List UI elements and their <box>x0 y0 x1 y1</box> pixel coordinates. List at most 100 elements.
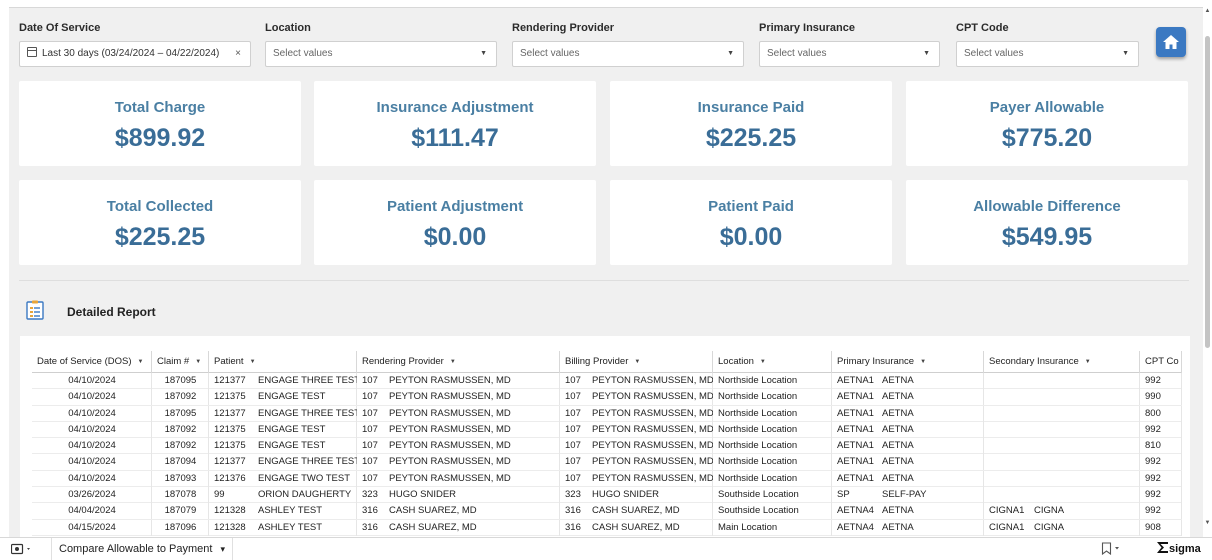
cell-text: ENGAGE THREE TEST <box>258 407 357 419</box>
column-header[interactable]: Location ▼ <box>713 351 832 373</box>
kpi-value: $111.47 <box>411 124 499 152</box>
table-row[interactable]: 04/10/2024 187093 121376 ENGAGE TWO TEST 107… <box>32 470 1182 488</box>
cell-text: PEYTON RASMUSSEN, MD <box>389 456 511 468</box>
sort-caret-icon[interactable]: ▼ <box>634 359 640 365</box>
chevron-down-icon: ▼ <box>480 50 487 57</box>
column-header[interactable]: Patient ▼ <box>209 351 357 373</box>
cell-text: PEYTON RASMUSSEN, MD <box>592 391 713 403</box>
cell-text: 810 <box>1145 440 1161 452</box>
cell-text: CASH SUAREZ, MD <box>389 521 477 533</box>
table-row[interactable]: 04/04/2024 187079 121328 ASHLEY TEST 316 CASH… <box>32 503 1182 520</box>
cell-text: 908 <box>1145 521 1161 533</box>
kpi-patient-paid: Patient Paid $0.00 <box>610 180 892 265</box>
column-header-label: Billing Provider <box>565 356 629 367</box>
cell-text: 992 <box>1145 472 1161 484</box>
kpi-value: $899.92 <box>114 124 206 152</box>
cell-text <box>1034 373 1140 389</box>
page-tab[interactable]: Compare Allowable to Payment ▾ <box>51 538 234 560</box>
kpi-value: $225.25 <box>114 223 206 251</box>
scroll-up-icon[interactable]: ▲ <box>1203 8 1212 14</box>
cell-text: ASHLEY TEST <box>258 505 323 517</box>
kpi-value: $225.25 <box>705 124 797 152</box>
column-header[interactable]: Billing Provider ▼ <box>560 351 713 373</box>
cell-text: PEYTON RASMUSSEN, MD <box>389 391 511 403</box>
cell-text: AETNA <box>882 440 914 452</box>
cell-text: 187092 <box>164 423 197 435</box>
sort-caret-icon[interactable]: ▼ <box>138 359 144 365</box>
cell-text: ENGAGE TEST <box>258 391 326 403</box>
date-range-picker[interactable]: Last 30 days (03/24/2024 – 04/22/2024) × <box>19 41 251 67</box>
cell-text: AETNA <box>882 472 914 484</box>
column-header[interactable]: CPT Co <box>1140 351 1182 373</box>
scrollbar-thumb[interactable] <box>1205 36 1210 348</box>
cell-text: CIGNA <box>1034 505 1065 517</box>
table-row[interactable]: 04/10/2024 187094 121377 ENGAGE THREE TEST 1… <box>32 454 1182 471</box>
column-header[interactable]: Claim # ▼ <box>152 351 209 373</box>
cell-text: 187095 <box>164 375 197 386</box>
cell-text: CASH SUAREZ, MD <box>592 521 680 533</box>
cpt-code-select[interactable]: Select values ▼ <box>956 41 1139 67</box>
kpi-allowable-difference: Allowable Difference $549.95 <box>906 180 1188 265</box>
clear-date-button[interactable]: × <box>235 42 241 66</box>
cell-text: 04/10/2024 <box>68 407 116 419</box>
filter-label: CPT Code <box>956 22 1009 34</box>
sigma-logo-icon <box>1157 542 1168 553</box>
table-row[interactable]: 03/26/2024 187078 99 ORION DAUGHERTY 323 HUGO… <box>32 487 1182 504</box>
column-header-label: Patient <box>214 356 244 367</box>
table-row[interactable]: 04/10/2024 187095 121377 ENGAGE THREE TEST 1… <box>32 405 1182 422</box>
column-header[interactable]: Rendering Provider ▼ <box>357 351 560 373</box>
column-header[interactable]: Secondary Insurance ▼ <box>984 351 1140 373</box>
scroll-down-icon[interactable]: ▼ <box>1203 520 1212 526</box>
filter-cpt-code: CPT Code Select values ▼ <box>956 21 1139 67</box>
table-row[interactable]: 04/10/2024 187092 121375 ENGAGE TEST 107 PEYT… <box>32 421 1182 439</box>
cell-text: 03/26/2024 <box>68 489 116 501</box>
cell-text: ENGAGE TEST <box>258 423 326 435</box>
cell-text: PEYTON RASMUSSEN, MD <box>592 407 713 419</box>
sort-caret-icon[interactable]: ▼ <box>195 359 201 365</box>
table-row[interactable]: 04/10/2024 187092 121375 ENGAGE TEST 107 PEYT… <box>32 389 1182 406</box>
table-header: Date of Service (DOS) ▼ Claim # ▼ Patient ▼ Re… <box>32 351 1182 373</box>
table-row[interactable]: 04/10/2024 187095 121377 ENGAGE THREE TEST 1… <box>32 373 1182 390</box>
bookmark-button[interactable] <box>1101 542 1121 558</box>
cell-text: AETNA <box>882 375 914 386</box>
cell-text: 187092 <box>164 391 197 403</box>
filter-bar: Date Of Service Last 30 days (03/24/2024… <box>19 21 1199 71</box>
location-select[interactable]: Select values ▼ <box>265 41 497 67</box>
filter-label: Primary Insurance <box>759 22 855 34</box>
cell-text <box>1034 389 1140 405</box>
cell-text: CIGNA <box>1034 521 1065 533</box>
cell-text: PEYTON RASMUSSEN, MD <box>592 440 713 452</box>
sort-caret-icon[interactable]: ▼ <box>450 359 456 365</box>
cell-text <box>1034 406 1140 422</box>
cell-text: ENGAGE TWO TEST <box>258 472 351 484</box>
cell-text: Northside Location <box>718 375 798 386</box>
column-header[interactable]: Date of Service (DOS) ▼ <box>32 351 152 373</box>
cell-text: Northside Location <box>718 456 798 468</box>
vertical-scrollbar[interactable]: ▲ ▼ <box>1203 0 1212 537</box>
table-row[interactable]: 04/10/2024 187092 121375 ENGAGE TEST 107 PEYT… <box>32 438 1182 455</box>
table-row[interactable]: 04/15/2024 187096 121328 ASHLEY TEST 316 CASH… <box>32 519 1182 536</box>
column-header-label: Date of Service (DOS) <box>37 356 132 367</box>
cell-text: AETNA <box>882 456 914 468</box>
sort-caret-icon[interactable]: ▼ <box>1085 359 1091 365</box>
kpi-label: Payer Allowable <box>989 99 1105 116</box>
cell-text: Northside Location <box>718 391 798 403</box>
column-header-label: Rendering Provider <box>362 356 444 367</box>
sort-caret-icon[interactable]: ▼ <box>760 359 766 365</box>
filter-label: Location <box>265 22 311 34</box>
primary-insurance-select[interactable]: Select values ▼ <box>759 41 940 67</box>
sort-caret-icon[interactable]: ▼ <box>920 359 926 365</box>
cell-text: 04/10/2024 <box>68 375 116 386</box>
page-menu-button[interactable] <box>10 543 33 558</box>
column-header[interactable]: Primary Insurance ▼ <box>832 351 984 373</box>
cell-text: 04/15/2024 <box>68 521 116 533</box>
home-button[interactable] <box>1156 27 1186 57</box>
cell-text: AETNA <box>882 423 914 435</box>
rendering-provider-select[interactable]: Select values ▼ <box>512 41 744 67</box>
sort-caret-icon[interactable]: ▼ <box>250 359 256 365</box>
filter-date-of-service: Date Of Service Last 30 days (03/24/2024… <box>19 21 251 67</box>
calendar-icon <box>27 47 37 57</box>
column-header-label: Claim # <box>157 356 190 367</box>
kpi-label: Patient Adjustment <box>386 198 524 215</box>
cell-text: 990 <box>1145 391 1161 403</box>
